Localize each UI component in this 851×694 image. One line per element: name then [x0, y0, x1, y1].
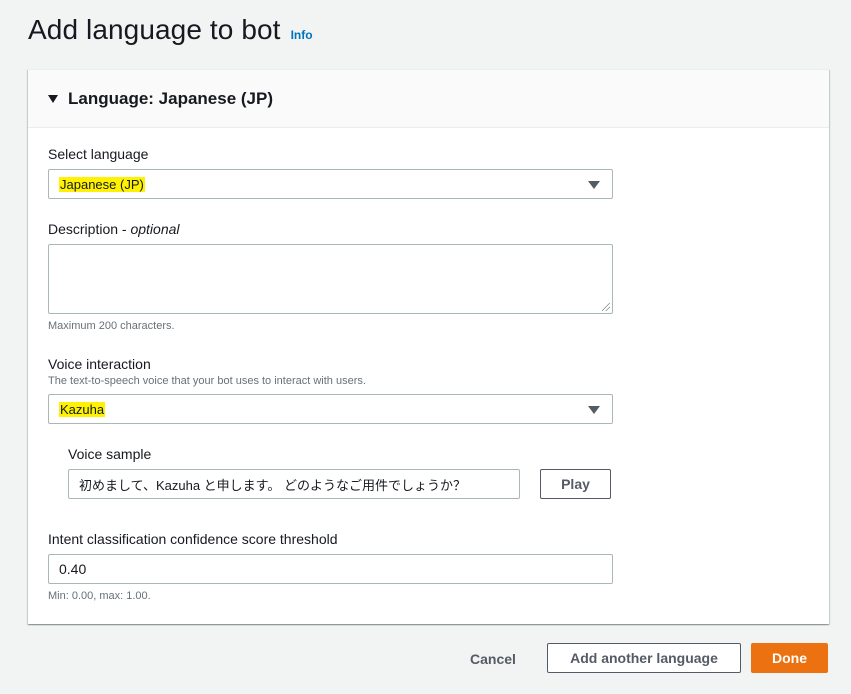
resize-grip-icon[interactable] — [602, 303, 610, 311]
voice-interaction-label: Voice interaction — [48, 356, 151, 372]
select-language-label: Select language — [48, 146, 149, 162]
description-optional-text: optional — [130, 221, 180, 237]
caret-down-icon — [48, 94, 58, 103]
confidence-threshold-hint: Min: 0.00, max: 1.00. — [48, 590, 151, 602]
play-button[interactable]: Play — [540, 469, 611, 499]
confidence-threshold-label: Intent classification confidence score t… — [48, 531, 338, 547]
info-link[interactable]: Info — [291, 28, 313, 42]
confidence-threshold-input[interactable]: 0.40 — [48, 554, 613, 584]
voice-sample-input[interactable]: 初めまして、Kazuha と申します。 どのようなご用件でしょうか？ — [68, 469, 520, 499]
page: Add language to bot Info Language: Japan… — [0, 0, 851, 694]
dropdown-arrow-icon — [588, 406, 600, 414]
voice-interaction-description: The text-to-speech voice that your bot u… — [48, 375, 366, 387]
cancel-button[interactable]: Cancel — [462, 644, 524, 674]
page-title: Add language to bot — [28, 14, 281, 45]
select-language-dropdown[interactable]: Japanese (JP) — [48, 169, 613, 199]
voice-interaction-value: Kazuha — [59, 401, 106, 417]
done-button[interactable]: Done — [751, 643, 828, 673]
dropdown-arrow-icon — [588, 181, 600, 189]
description-textarea[interactable] — [48, 244, 613, 314]
voice-sample-label: Voice sample — [68, 446, 152, 462]
select-language-value: Japanese (JP) — [59, 176, 145, 192]
description-label: Description - optional — [48, 221, 180, 237]
description-hint: Maximum 200 characters. — [48, 320, 175, 332]
page-header: Add language to bot Info — [28, 14, 313, 46]
language-panel: Language: Japanese (JP) Select language … — [28, 69, 829, 624]
add-another-language-button[interactable]: Add another language — [547, 643, 741, 673]
language-panel-header[interactable]: Language: Japanese (JP) — [28, 70, 829, 128]
voice-interaction-dropdown[interactable]: Kazuha — [48, 394, 613, 424]
panel-title: Language: Japanese (JP) — [68, 88, 274, 108]
description-label-text: Description - — [48, 221, 131, 237]
